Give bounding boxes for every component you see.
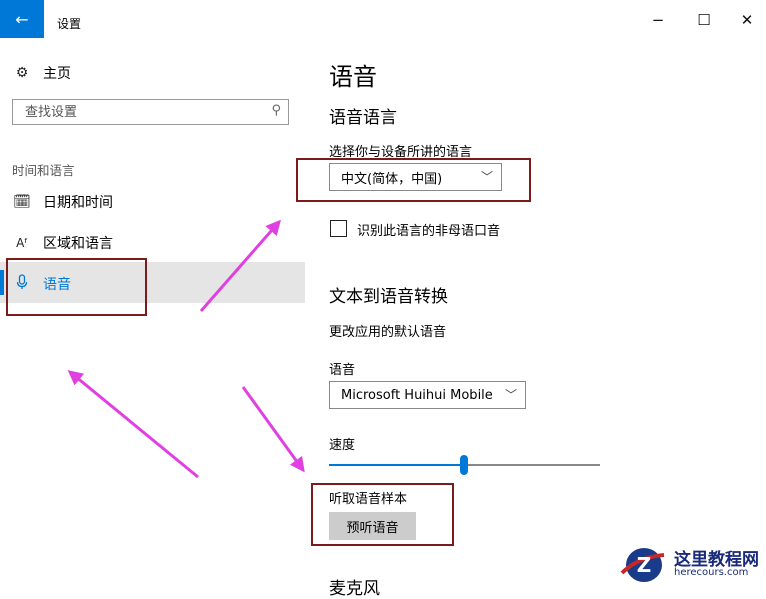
arrow-to-speech-item	[67, 370, 199, 479]
arrow-to-preview	[241, 386, 305, 473]
svg-text:Z: Z	[637, 553, 652, 577]
arrow-to-language	[199, 219, 281, 312]
watermark-logo: Z	[620, 548, 665, 582]
watermark: Z 这里教程网 herecours.com	[618, 543, 766, 586]
watermark-url: herecours.com	[674, 567, 749, 578]
annotation-arrows	[67, 219, 305, 479]
